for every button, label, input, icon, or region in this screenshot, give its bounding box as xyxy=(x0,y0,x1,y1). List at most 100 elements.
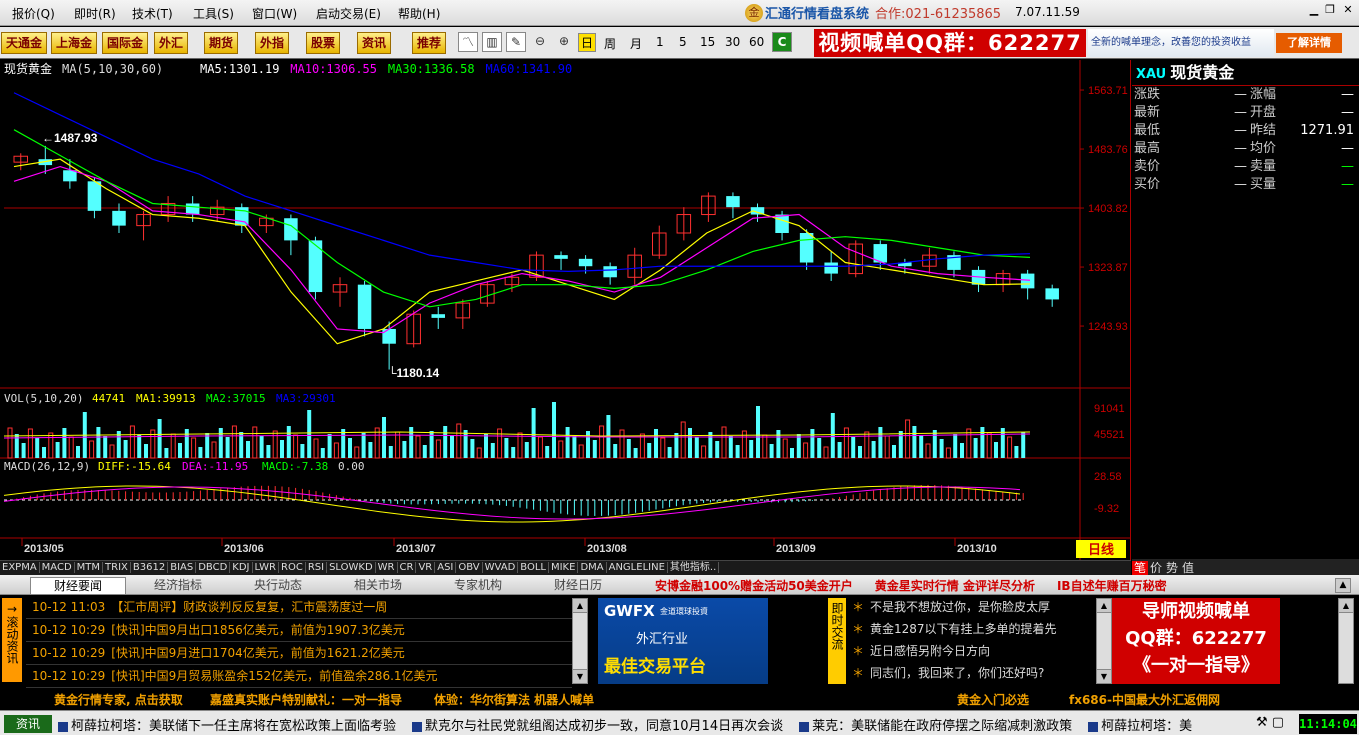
indicator-tab[interactable]: 其他指标.. xyxy=(667,562,720,573)
settings-tools-icon[interactable]: ⚒ ▢ xyxy=(1256,715,1296,733)
close-icon[interactable]: ✕ xyxy=(1340,3,1356,19)
live-scroll-up-icon[interactable]: ▲ xyxy=(1097,599,1111,613)
chart-area[interactable]: 1563.71 1483.76 1403.82 1323.87 1243.93 现货黄金 M… xyxy=(0,60,1131,560)
market-tiantong-button[interactable]: 天通金 xyxy=(1,32,48,54)
indicator-tab[interactable]: SLOWKD xyxy=(327,562,376,573)
live-chat-item[interactable]: ＊ 近日感悟另附今日方向 xyxy=(848,640,1096,662)
indicator-tab[interactable]: TRIX xyxy=(103,562,131,573)
restore-icon[interactable]: ❐ xyxy=(1322,3,1338,19)
tab-calendar[interactable]: 财经日历 xyxy=(530,577,626,594)
tab-related-markets[interactable]: 相关市场 xyxy=(330,577,426,594)
indicator-tab[interactable]: MACD xyxy=(39,562,75,573)
ticker-logo[interactable]: 资讯 xyxy=(4,715,52,733)
bottom-link-3[interactable]: 体验：华尔街算法 机器人喊单 xyxy=(434,691,594,708)
market-shanghai-button[interactable]: 上海金 xyxy=(51,32,98,54)
ticker-item[interactable]: 柯薛拉柯塔：美 xyxy=(1088,719,1200,734)
period-60min[interactable]: 60 xyxy=(749,35,764,49)
tab-ticks[interactable]: 笔 xyxy=(1132,561,1149,575)
live-scroll-track[interactable] xyxy=(1097,613,1111,669)
menu-window[interactable]: 窗口(W) xyxy=(252,5,297,22)
indicator-tab[interactable]: WR xyxy=(375,562,398,573)
indicator-tab[interactable]: BIAS xyxy=(168,562,197,573)
indicator-tab[interactable]: B3612 xyxy=(130,562,169,573)
live-chat-item[interactable]: ＊ 同志们，我回来了，你们还好吗? xyxy=(848,662,1096,684)
news-item[interactable]: 10-12 10:29 [快讯]中国9月出口1856亿美元，前值为1907.3亿美… xyxy=(26,619,572,642)
refresh-icon[interactable]: C xyxy=(772,32,792,52)
scroll-up-icon[interactable]: ▲ xyxy=(573,599,587,613)
news-item[interactable]: 10-12 10:29 [快讯]中国9月贸易账盈余152亿美元，前值盈余286.1… xyxy=(26,665,572,688)
pen-icon[interactable]: ✎ xyxy=(506,32,526,52)
learn-more-button[interactable]: 了解详情 xyxy=(1276,33,1342,53)
indicator-tab[interactable]: ANGLELINE xyxy=(606,562,668,573)
live-scroll-down-icon[interactable]: ▼ xyxy=(1097,669,1111,683)
menu-trade[interactable]: 启动交易(E) xyxy=(316,5,381,22)
bottom-link-5[interactable]: fx686-中国最大外汇返佣网 xyxy=(1069,691,1220,708)
menu-tools[interactable]: 工具(S) xyxy=(193,5,234,22)
ad-scrollbar[interactable]: ▲ xyxy=(1338,598,1354,684)
tab-experts[interactable]: 专家机构 xyxy=(430,577,526,594)
ticker-item[interactable]: 默克尔与社民党就组阁达成初步一致，同意10月14日再次会谈 xyxy=(412,719,791,734)
scroll-down-icon[interactable]: ▼ xyxy=(573,669,587,683)
market-foreign-index-button[interactable]: 外指 xyxy=(255,32,290,54)
zoom-in-icon[interactable]: ⊕ xyxy=(554,32,574,52)
period-1min[interactable]: 1 xyxy=(656,35,664,49)
live-chat-item[interactable]: ＊ 黄金1287以下有挂上多单的提着先 xyxy=(848,618,1096,640)
news-item[interactable]: 10-12 11:03 【汇市周评】财政谈判反反复复，汇市震荡度过一周 xyxy=(26,596,572,619)
period-15min[interactable]: 15 xyxy=(700,35,715,49)
indicator-tab[interactable]: ROC xyxy=(279,562,306,573)
news-button[interactable]: 资讯 xyxy=(357,32,392,54)
indicator-tab[interactable]: DMA xyxy=(578,562,607,573)
menu-realtime[interactable]: 即时(R) xyxy=(74,5,116,22)
indicator-tab[interactable]: MIKE xyxy=(548,562,579,573)
bottom-link-4[interactable]: 黄金入门必选 xyxy=(957,691,1029,708)
menu-technical[interactable]: 技术(T) xyxy=(132,5,173,22)
scroll-track[interactable] xyxy=(573,613,587,669)
period-month[interactable]: 月 xyxy=(630,35,642,52)
period-30min[interactable]: 30 xyxy=(725,35,740,49)
indicator-tab[interactable]: MTM xyxy=(74,562,104,573)
bottom-link-2[interactable]: 嘉盛真实账户特别献礼：一对一指导 xyxy=(210,691,402,708)
promo-link-1[interactable]: 安博金融100%赠金活动50美金开户 xyxy=(655,579,853,593)
indicator-tab[interactable]: LWR xyxy=(252,562,279,573)
tab-finance-news[interactable]: 财经要闻 xyxy=(30,577,126,594)
scrolling-news-label[interactable]: → 滚动资讯 xyxy=(2,598,22,682)
market-futures-button[interactable]: 期货 xyxy=(204,32,239,54)
tab-economic-indicators[interactable]: 经济指标 xyxy=(130,577,226,594)
live-scrollbar[interactable]: ▲ ▼ xyxy=(1096,598,1112,684)
indicator-tab[interactable]: ASI xyxy=(435,562,457,573)
indicator-tab[interactable]: WVAD xyxy=(482,562,519,573)
tab-value[interactable]: 值 xyxy=(1180,561,1196,575)
market-forex-button[interactable]: 外汇 xyxy=(154,32,189,54)
period-day[interactable]: 日 xyxy=(578,33,597,52)
live-chat-item[interactable]: ＊ 不是我不想放过你，是你脸皮太厚 xyxy=(848,596,1096,618)
collapse-news-icon[interactable]: ▲ xyxy=(1335,578,1351,593)
news-item[interactable]: 10-12 10:29 [快讯]中国9月进口1704亿美元，前值为1621.2亿美… xyxy=(26,642,572,665)
tab-price[interactable]: 价 xyxy=(1148,561,1164,575)
promo-link-2[interactable]: 黄金星实时行情 金评详尽分析 xyxy=(875,579,1035,593)
ad-scroll-up-icon[interactable]: ▲ xyxy=(1339,599,1353,613)
indicator-tab[interactable]: KDJ xyxy=(230,562,253,573)
period-week[interactable]: 周 xyxy=(604,35,616,52)
kline-chart[interactable]: 1563.71 1483.76 1403.82 1323.87 1243.93 现货黄金 M… xyxy=(0,60,1131,560)
indicator-tab[interactable]: CR xyxy=(397,562,417,573)
indicator-tab[interactable]: BOLL xyxy=(518,562,549,573)
indicator-tab[interactable]: VR xyxy=(416,562,436,573)
market-stocks-button[interactable]: 股票 xyxy=(306,32,341,54)
live-chat-label[interactable]: 即时交流 xyxy=(828,598,846,684)
zoom-out-icon[interactable]: ⊖ xyxy=(530,32,550,52)
tab-central-bank[interactable]: 央行动态 xyxy=(230,577,326,594)
period-5min[interactable]: 5 xyxy=(679,35,687,49)
line-chart-icon[interactable]: 〽 xyxy=(458,32,478,52)
indicator-tab[interactable]: EXPMA xyxy=(0,562,40,573)
qq-mentor-ad[interactable]: 导师视频喊单 QQ群：622277 《一对一指导》 xyxy=(1112,598,1280,684)
qq-group-banner[interactable]: 视频喊单QQ群：622277 xyxy=(814,29,1086,57)
menu-quote[interactable]: 报价(Q) xyxy=(12,5,55,22)
ticker-item[interactable]: 莱克：美联储能在政府停摆之际缩减刺激政策 xyxy=(799,719,1080,734)
news-scrollbar[interactable]: ▲ ▼ xyxy=(572,598,588,684)
bottom-link-1[interactable]: 黄金行情专家, 点击获取 xyxy=(54,691,183,708)
market-intl-gold-button[interactable]: 国际金 xyxy=(102,32,149,54)
recommend-button[interactable]: 推荐 xyxy=(412,32,447,54)
ticker-item[interactable]: 柯薛拉柯塔：美联储下一任主席将在宽松政策上面临考验 xyxy=(58,719,404,734)
tab-trend[interactable]: 势 xyxy=(1164,561,1180,575)
menu-help[interactable]: 帮助(H) xyxy=(398,5,440,22)
